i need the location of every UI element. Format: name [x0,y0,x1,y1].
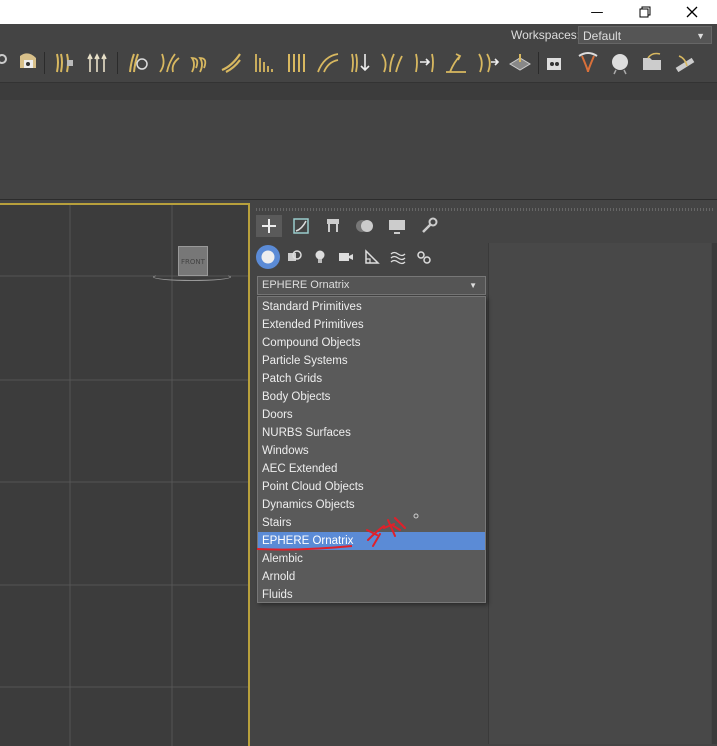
helper-icon [365,249,380,264]
lights-button[interactable] [308,245,332,269]
panel-scrollbar[interactable] [712,243,717,744]
gravity-icon[interactable] [348,48,372,76]
panel-grip[interactable] [256,208,713,211]
hierarchy-icon [327,219,339,232]
dropdown-option[interactable]: Arnold [258,568,485,586]
ribbon-area [0,100,717,200]
dropdown-option[interactable]: Windows [258,442,485,460]
minimize-icon: — [590,4,604,20]
length-icon[interactable] [252,48,276,76]
shapes-button[interactable] [282,245,306,269]
object-category-value: EPHERE Ornatrix [262,279,350,291]
dropdown-option[interactable]: Body Objects [258,388,485,406]
sphere-icon [261,250,275,264]
dropdown-option[interactable]: Stairs [258,514,485,532]
close-icon [686,6,698,18]
close-button[interactable] [669,0,715,24]
clump-icon[interactable] [157,48,181,76]
viewcube[interactable]: FRONT [178,246,208,276]
secondary-toolbar-strip [0,82,717,101]
motion-icon [356,220,373,232]
brush-icon[interactable] [220,48,244,76]
space-warps-button[interactable] [386,245,410,269]
minimize-button[interactable]: — [574,0,620,24]
name-and-color-rollout [488,243,717,744]
wave-hair-icon[interactable] [316,48,340,76]
rollout-background [489,243,711,744]
export-hair-icon[interactable] [673,48,697,76]
viewport-grid [0,205,248,746]
ornatrix-toolbar-icons [0,48,717,78]
restore-button[interactable] [622,0,668,24]
tab-create[interactable] [256,215,282,237]
object-category-list: Standard Primitives Extended Primitives Co… [257,296,486,603]
plus-icon [262,219,276,233]
push-away-icon[interactable] [476,48,500,76]
camera-icon [339,253,353,261]
render-settings-icon[interactable] [543,48,567,76]
workspaces-label: Workspaces: [511,28,581,42]
helpers-button[interactable] [360,245,384,269]
dropdown-option[interactable]: Extended Primitives [258,316,485,334]
chevron-down-icon: ▼ [469,281,477,290]
restore-icon [639,6,651,18]
surface-comb-icon[interactable] [444,48,468,76]
cameras-button[interactable] [334,245,358,269]
geometry-button[interactable] [256,245,280,269]
front-viewport[interactable]: FRONT [0,203,250,746]
dropdown-option[interactable]: Particle Systems [258,352,485,370]
viewcube-compass-ring[interactable] [153,273,231,281]
hair-object-icon[interactable] [16,48,40,76]
strand-lock-icon[interactable] [53,48,77,76]
dropdown-option[interactable]: EPHERE Ornatrix [258,532,485,550]
title-bar: — [0,0,717,24]
dropdown-option[interactable]: Fluids [258,586,485,604]
dropdown-option[interactable]: Doors [258,406,485,424]
dropdown-option[interactable]: Patch Grids [258,370,485,388]
gears-icon [417,251,431,264]
mesh-from-strands-icon[interactable] [508,48,532,76]
workspaces-value: Default [583,29,622,43]
object-category-dropdown[interactable]: EPHERE Ornatrix ▼ [257,276,486,295]
modify-icon [293,218,309,234]
tab-modify[interactable] [288,215,314,237]
dropdown-option[interactable]: Standard Primitives [258,298,485,316]
systems-button[interactable] [412,245,436,269]
dropdown-option[interactable]: Alembic [258,550,485,568]
sphere-hair-icon[interactable] [608,48,632,76]
tab-display[interactable] [384,215,410,237]
display-icon [389,220,405,234]
command-panel-tabs [256,215,717,237]
dropdown-option[interactable]: AEC Extended [258,460,485,478]
dropdown-option[interactable]: Point Cloud Objects [258,478,485,496]
edit-guides-icon[interactable] [412,48,436,76]
frizz-icon[interactable] [126,48,150,76]
light-bulb-icon [315,250,325,263]
hair-shader-icon[interactable] [576,48,600,76]
chevron-down-icon: ▼ [696,31,705,41]
wave-icon [390,251,406,265]
shapes-icon [288,250,302,261]
workspaces-dropdown[interactable]: Default ▼ [578,26,712,44]
create-subcategories [256,245,446,269]
dropdown-option[interactable]: Dynamics Objects [258,496,485,514]
wrench-icon [422,217,438,233]
dropdown-option[interactable]: Compound Objects [258,334,485,352]
tab-hierarchy[interactable] [320,215,346,237]
folder-strands-icon[interactable] [640,48,664,76]
tab-utilities[interactable] [416,215,442,237]
main-toolbar: Workspaces: Default ▼ [0,24,717,82]
dropdown-option[interactable]: NURBS Surfaces [258,424,485,442]
guides-up-icon[interactable] [85,48,109,76]
scatter-hair-icon[interactable] [380,48,404,76]
curl-icon[interactable] [188,48,212,76]
parallel-strands-icon[interactable] [284,48,308,76]
tab-motion[interactable] [352,215,378,237]
